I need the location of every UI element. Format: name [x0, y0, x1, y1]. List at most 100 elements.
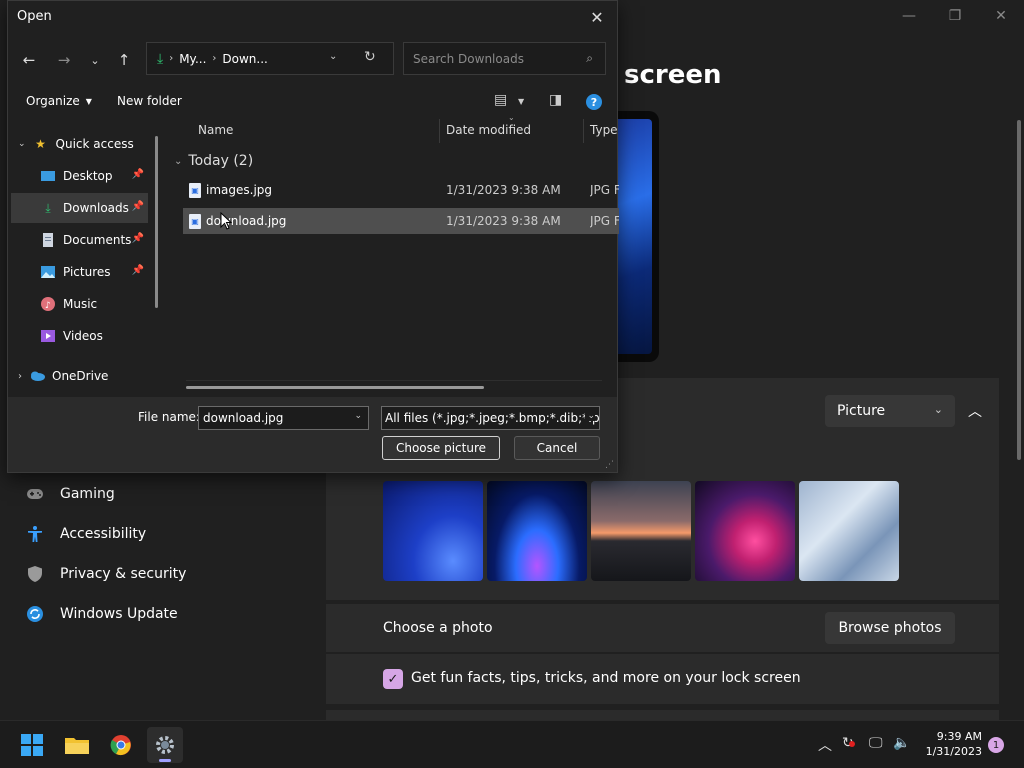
nav-item-privacy[interactable]: Privacy & security — [26, 565, 186, 583]
pin-icon: 📌 — [131, 265, 144, 276]
sidebar-scrollbar[interactable] — [155, 136, 158, 308]
choose-photo-label: Choose a photo — [383, 620, 493, 636]
sidebar-item-pictures[interactable]: Pictures 📌 — [40, 257, 148, 287]
column-header-name[interactable]: Name — [198, 123, 233, 137]
file-date: 1/31/2023 9:38 AM — [446, 183, 561, 197]
wallpaper-thumbnail[interactable] — [799, 481, 899, 581]
maximize-button[interactable]: ❐ — [932, 0, 978, 32]
chevron-up-icon[interactable]: ︿ — [818, 735, 832, 755]
sidebar-label: Quick access — [55, 137, 134, 151]
file-name-input[interactable]: download.jpg ⌄ — [198, 406, 369, 430]
organize-label: Organize — [26, 94, 80, 108]
nav-item-windows-update[interactable]: Windows Update — [26, 605, 178, 623]
sync-icon[interactable]: ↻ — [842, 735, 855, 751]
sidebar-item-music[interactable]: ♪ Music — [40, 289, 148, 319]
close-icon[interactable]: ✕ — [585, 5, 609, 29]
nav-label: Windows Update — [60, 606, 178, 622]
network-icon[interactable]: 🖵 — [869, 735, 883, 751]
refresh-icon[interactable]: ↻ — [364, 49, 376, 65]
update-icon — [26, 605, 44, 623]
file-type: JPG File — [590, 183, 619, 197]
sidebar-label: Documents — [63, 233, 132, 247]
forward-icon[interactable]: → — [53, 49, 75, 71]
sidebar-label: Desktop — [63, 169, 113, 183]
caret-down-icon[interactable]: ▼ — [518, 97, 524, 106]
file-explorer-icon[interactable] — [59, 727, 95, 763]
column-divider[interactable] — [583, 119, 584, 143]
breadcrumb-part[interactable]: Down... — [222, 52, 267, 66]
clock-time: 9:39 AM — [936, 730, 982, 743]
resize-grip-icon[interactable]: ⋰ — [605, 460, 614, 470]
recent-locations-icon[interactable]: ⌄ — [84, 49, 106, 71]
sidebar-item-downloads[interactable]: ⤓ Downloads 📌 — [11, 193, 148, 223]
sidebar-item-desktop[interactable]: Desktop 📌 — [40, 161, 148, 191]
page-scrollbar[interactable] — [1017, 120, 1021, 460]
file-row-selected[interactable]: ▣ download.jpg 1/31/2023 9:38 AM JPG Fil… — [183, 208, 619, 234]
chevron-down-icon[interactable]: ⌄ — [18, 139, 26, 149]
search-box[interactable]: Search Downloads ⌕ — [403, 42, 606, 75]
back-icon[interactable]: ← — [18, 49, 40, 71]
search-icon: ⌕ — [586, 51, 593, 65]
shield-icon — [26, 565, 44, 583]
file-name: download.jpg — [206, 214, 287, 228]
pictures-icon — [40, 264, 56, 280]
wallpaper-thumbnail[interactable] — [383, 481, 483, 581]
breadcrumb-part[interactable]: My... — [179, 52, 206, 66]
file-type-select[interactable]: All files (*.jpg;*.jpeg;*.bmp;*.dib;*.pn… — [381, 406, 600, 430]
wallpaper-thumbnail[interactable] — [487, 481, 587, 581]
horizontal-scrollbar[interactable] — [186, 386, 484, 389]
start-icon[interactable] — [14, 727, 50, 763]
minimize-button[interactable]: — — [886, 0, 932, 32]
chevron-right-icon[interactable]: › — [18, 371, 22, 382]
choose-picture-button[interactable]: Choose picture — [382, 436, 500, 460]
volume-icon[interactable]: 🔈 — [893, 735, 910, 751]
jpg-file-icon: ▣ — [189, 182, 201, 198]
wallpaper-thumbnail[interactable] — [695, 481, 795, 581]
browse-photos-button[interactable]: Browse photos — [825, 612, 955, 644]
up-icon[interactable]: ↑ — [113, 49, 135, 71]
close-button[interactable]: ✕ — [978, 0, 1024, 32]
address-bar[interactable]: ⤓ › My... › Down... ⌄ ↻ — [146, 42, 394, 75]
sidebar-item-videos[interactable]: Videos — [40, 321, 148, 351]
preview-pane-icon[interactable]: ◨ — [549, 92, 562, 108]
new-folder-button[interactable]: New folder — [117, 94, 182, 108]
horizontal-scroll-track — [186, 380, 602, 381]
file-name-value: download.jpg — [203, 411, 284, 425]
column-header-date[interactable]: Date modified — [446, 123, 531, 137]
column-divider[interactable] — [439, 119, 440, 143]
nav-item-accessibility[interactable]: Accessibility — [26, 525, 146, 543]
help-icon[interactable]: ? — [586, 94, 602, 110]
nav-item-gaming[interactable]: Gaming — [26, 485, 115, 503]
sidebar-label: OneDrive — [52, 369, 109, 383]
file-type: JPG File — [590, 214, 619, 228]
sidebar-item-onedrive[interactable]: › OneDrive — [18, 361, 158, 391]
notification-badge[interactable]: 1 — [988, 737, 1004, 753]
chevron-right-icon: › — [212, 53, 217, 64]
cancel-button[interactable]: Cancel — [514, 436, 600, 460]
tips-checkbox[interactable]: ✓ — [383, 669, 403, 689]
chevron-down-icon[interactable]: ⌄ — [354, 411, 362, 421]
file-date: 1/31/2023 9:38 AM — [446, 214, 561, 228]
dropdown-value: Picture — [837, 403, 886, 419]
lock-screen-preview — [617, 119, 652, 354]
group-header[interactable]: ⌄ Today (2) — [174, 153, 253, 169]
column-header-type[interactable]: Type — [590, 123, 618, 137]
sidebar-item-documents[interactable]: Documents 📌 — [40, 225, 148, 255]
mouse-cursor-icon — [220, 212, 232, 230]
background-type-dropdown[interactable]: Picture ⌄ — [825, 395, 955, 427]
chrome-icon[interactable] — [103, 727, 139, 763]
sidebar-item-quick-access[interactable]: ⌄ ★ Quick access — [18, 129, 158, 159]
chevron-down-icon[interactable]: ⌄ — [585, 411, 595, 421]
settings-icon[interactable] — [147, 727, 183, 763]
chevron-up-icon[interactable]: ︿ — [962, 397, 988, 425]
clock[interactable]: 9:39 AM 1/31/2023 — [918, 729, 982, 759]
videos-icon — [40, 328, 56, 344]
chevron-down-icon[interactable]: ⌄ — [174, 156, 182, 167]
wallpaper-thumbnail[interactable] — [591, 481, 691, 581]
file-row[interactable]: ▣ images.jpg 1/31/2023 9:38 AM JPG File — [183, 177, 619, 203]
chevron-down-icon[interactable]: ⌄ — [329, 51, 337, 62]
organize-button[interactable]: Organize ▼ — [26, 94, 92, 108]
view-options-icon[interactable]: ▤ — [494, 92, 507, 108]
sort-indicator-icon: ⌄ — [508, 113, 515, 122]
caret-down-icon: ▼ — [85, 96, 92, 106]
